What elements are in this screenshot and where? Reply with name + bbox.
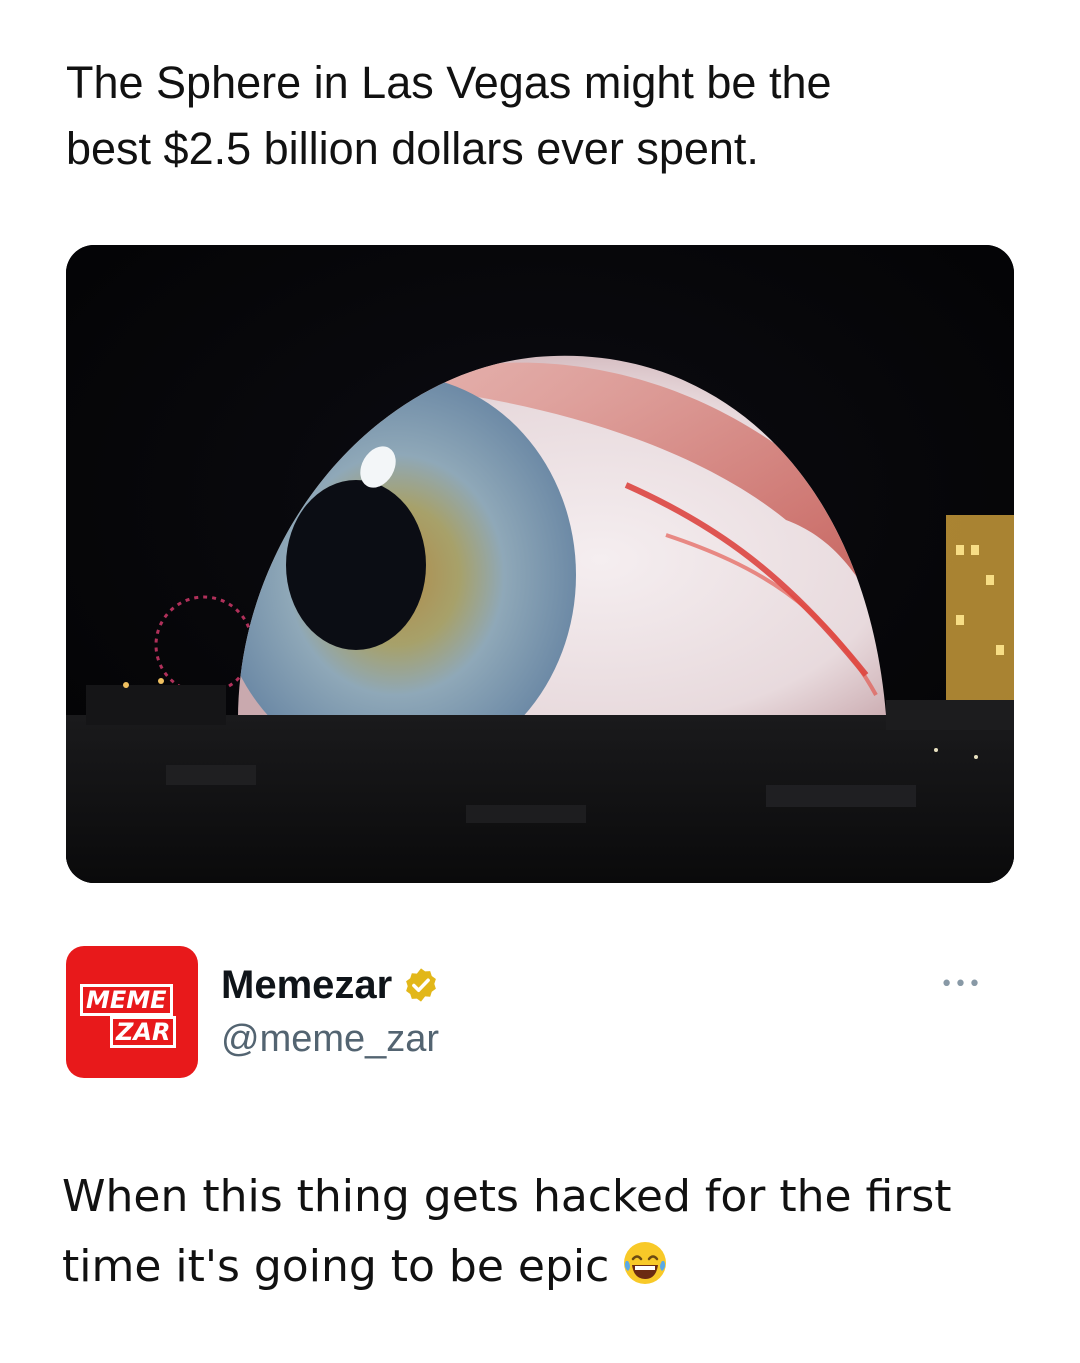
tweet-line-2: time it's going to be epic — [62, 1232, 1022, 1302]
verified-badge-icon — [406, 968, 437, 1002]
tweet-line-1: When this thing gets hacked for the firs… — [62, 1171, 952, 1222]
laughing-tears-emoji-icon — [624, 1242, 667, 1284]
post-caption: The Sphere in Las Vegas might be the bes… — [66, 50, 1016, 182]
avatar-logo-meme: MEME — [80, 984, 173, 1016]
more-icon[interactable]: ••• — [940, 972, 982, 997]
caption-line-2: best $2.5 billion dollars ever spent. — [66, 123, 759, 174]
user-handle[interactable]: @meme_zar — [221, 1018, 439, 1061]
tweet-text: When this thing gets hacked for the firs… — [62, 1162, 1022, 1302]
avatar[interactable]: MEME ZAR — [66, 946, 198, 1078]
avatar-logo-zar: ZAR — [110, 1016, 177, 1048]
tweet-author: MEME ZAR Memezar @meme_zar ••• — [66, 946, 1016, 1081]
sphere-eye-photo — [66, 245, 1014, 883]
name-row: Memezar — [221, 960, 440, 1010]
caption-line-1: The Sphere in Las Vegas might be the — [66, 57, 832, 108]
tweet-photo[interactable] — [66, 245, 1014, 883]
display-name[interactable]: Memezar — [221, 963, 392, 1008]
tweet-line-2-text: time it's going to be epic — [62, 1241, 610, 1292]
